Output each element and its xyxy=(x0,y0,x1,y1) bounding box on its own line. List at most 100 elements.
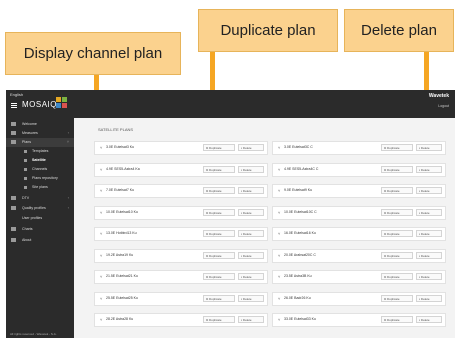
site-icon xyxy=(24,186,27,189)
plan-row[interactable]: ˅ 16.0E Eutelsat16 Ku ⧉ Duplicate ▪ Delete xyxy=(272,227,446,241)
duplicate-button[interactable]: ⧉ Duplicate xyxy=(203,208,235,216)
delete-button[interactable]: ▪ Delete xyxy=(416,208,442,216)
plan-row[interactable]: ˅ 26.0E Badr26 Ku ⧉ Duplicate ▪ Delete xyxy=(272,291,446,306)
chevron-down-icon[interactable]: ˅ xyxy=(278,145,280,150)
hamburger-menu-icon[interactable] xyxy=(11,103,17,108)
delete-button[interactable]: ▪ Delete xyxy=(238,294,264,302)
chevron-down-icon[interactable]: ˅ xyxy=(100,296,102,301)
delete-button[interactable]: ▪ Delete xyxy=(238,208,264,216)
top-bar: English MOSAIQ Wavetek Logout xyxy=(6,90,455,118)
delete-button[interactable]: ▪ Delete xyxy=(238,251,264,259)
sidebar-item-dtv[interactable]: DTV ‹ xyxy=(6,194,74,203)
chevron-down-icon[interactable]: ˅ xyxy=(278,253,280,258)
plan-name: 23.5E Astra3B Ku xyxy=(284,274,312,278)
delete-button[interactable]: ▪ Delete xyxy=(416,187,442,194)
plan-row[interactable]: ˅ 28.2E Astra28 Ku ⧉ Duplicate ▪ Delete xyxy=(94,313,268,327)
chevron-down-icon[interactable]: ˅ xyxy=(100,253,102,258)
sidebar-item-channels[interactable]: Channels xyxy=(6,165,74,174)
plan-row[interactable]: ˅ 9.0E Eutelsat9 Ku ⧉ Duplicate ▪ Delete xyxy=(272,184,446,198)
chevron-down-icon[interactable]: ˅ xyxy=(100,188,102,193)
duplicate-button[interactable]: ⧉ Duplicate xyxy=(203,251,235,259)
delete-button[interactable]: ▪ Delete xyxy=(416,165,442,173)
delete-button[interactable]: ▪ Delete xyxy=(416,230,442,237)
template-icon xyxy=(24,150,27,153)
sidebar-item-templates[interactable]: Templates xyxy=(6,147,74,156)
plan-row[interactable]: ˅ 20.0E Arabsat20C C ⧉ Duplicate ▪ Delete xyxy=(272,248,446,263)
plan-row[interactable]: ˅ 19.2E Astra19 Ku ⧉ Duplicate ▪ Delete xyxy=(94,248,268,263)
duplicate-button[interactable]: ⧉ Duplicate xyxy=(203,144,235,151)
chevron-icon: ‹ xyxy=(67,131,69,135)
chevron-down-icon[interactable]: ˅ xyxy=(278,210,280,215)
logout-link[interactable]: Logout xyxy=(438,104,449,108)
plan-row[interactable]: ˅ 25.5E Eutelsat25 Ku ⧉ Duplicate ▪ Delete xyxy=(94,291,268,306)
plan-row[interactable]: ˅ 10.0E Eutelsat10C C ⧉ Duplicate ▪ Delete xyxy=(272,205,446,220)
plan-name: 10.0E Eutelsat10C C xyxy=(284,209,317,214)
delete-button[interactable]: ▪ Delete xyxy=(416,316,442,323)
chevron-down-icon[interactable]: ˅ xyxy=(100,210,102,215)
chevron-down-icon[interactable]: ˅ xyxy=(278,167,280,172)
duplicate-button[interactable]: ⧉ Duplicate xyxy=(381,316,413,323)
duplicate-button[interactable]: ⧉ Duplicate xyxy=(203,273,235,280)
delete-button[interactable]: ▪ Delete xyxy=(238,316,264,323)
plan-row[interactable]: ˅ 3.0E Eutelsat3C C ⧉ Duplicate ▪ Delete xyxy=(272,141,446,155)
delete-button[interactable]: ▪ Delete xyxy=(238,273,264,280)
chevron-down-icon: ˅ xyxy=(66,140,69,144)
callout-delete-label: Delete plan xyxy=(361,22,437,39)
chevron-down-icon[interactable]: ˅ xyxy=(100,274,102,279)
sidebar-item-quality-profiles[interactable]: Quality profiles ‹ xyxy=(6,204,74,213)
plan-name: 28.2E Astra28 Ku xyxy=(106,317,134,321)
plan-row[interactable]: ˅ 13.0E Hotbird13 Ku ⧉ Duplicate ▪ Delete xyxy=(94,227,268,241)
plan-row[interactable]: ˅ 3.0E Eutelsat3 Ku ⧉ Duplicate ▪ Delete xyxy=(94,141,268,155)
delete-button[interactable]: ▪ Delete xyxy=(238,144,264,151)
duplicate-button[interactable]: ⧉ Duplicate xyxy=(203,230,235,237)
duplicate-button[interactable]: ⧉ Duplicate xyxy=(203,294,235,302)
plan-row[interactable]: ˅ 4.9E SES5-Astra4C C ⧉ Duplicate ▪ Delete xyxy=(272,162,446,177)
duplicate-button[interactable]: ⧉ Duplicate xyxy=(203,316,235,323)
delete-button[interactable]: ▪ Delete xyxy=(416,251,442,259)
plan-row[interactable]: ˅ 4.9E SES5-Astra4 Ka ⧉ Duplicate ▪ Delete xyxy=(94,162,268,177)
sidebar-item-satellite[interactable]: Satellite xyxy=(6,156,74,165)
duplicate-button[interactable]: ⧉ Duplicate xyxy=(381,230,413,237)
duplicate-button[interactable]: ⧉ Duplicate xyxy=(381,294,413,302)
delete-button[interactable]: ▪ Delete xyxy=(416,273,442,280)
duplicate-button[interactable]: ⧉ Duplicate xyxy=(381,251,413,259)
plan-row[interactable]: ˅ 33.0E Eutelsat33 Ku ⧉ Duplicate ▪ Delete xyxy=(272,313,446,327)
chevron-down-icon[interactable]: ˅ xyxy=(100,145,102,150)
plan-row[interactable]: ˅ 23.5E Astra3B Ku ⧉ Duplicate ▪ Delete xyxy=(272,270,446,284)
sidebar-item-measures[interactable]: Measures ‹ xyxy=(6,129,74,138)
sidebar-item-welcome[interactable]: Welcome xyxy=(6,120,74,129)
chevron-down-icon[interactable]: ˅ xyxy=(278,296,280,301)
delete-button[interactable]: ▪ Delete xyxy=(416,144,442,151)
plan-row[interactable]: ˅ 7.0E Eutelsat7 Ku ⧉ Duplicate ▪ Delete xyxy=(94,184,268,198)
sidebar-item-user-profiles[interactable]: User profiles xyxy=(6,214,74,223)
chevron-down-icon[interactable]: ˅ xyxy=(100,167,102,172)
duplicate-button[interactable]: ⧉ Duplicate xyxy=(203,165,235,173)
chevron-down-icon[interactable]: ˅ xyxy=(100,317,102,322)
sidebar-item-about[interactable]: About xyxy=(6,236,74,245)
delete-button[interactable]: ▪ Delete xyxy=(238,165,264,173)
duplicate-button[interactable]: ⧉ Duplicate xyxy=(381,165,413,173)
info-icon xyxy=(11,238,16,242)
chevron-down-icon[interactable]: ˅ xyxy=(278,274,280,279)
chevron-down-icon[interactable]: ˅ xyxy=(100,231,102,236)
sidebar-item-plans-repository[interactable]: Plans repository xyxy=(6,174,74,183)
sidebar-item-site-plans[interactable]: Site plans xyxy=(6,183,74,192)
language-selector[interactable]: English xyxy=(10,92,23,97)
chevron-down-icon[interactable]: ˅ xyxy=(278,188,280,193)
app-window: English MOSAIQ Wavetek Logout Welcome Me… xyxy=(6,90,455,338)
delete-button[interactable]: ▪ Delete xyxy=(416,294,442,302)
duplicate-button[interactable]: ⧉ Duplicate xyxy=(381,144,413,151)
chevron-down-icon[interactable]: ˅ xyxy=(278,317,280,322)
duplicate-button[interactable]: ⧉ Duplicate xyxy=(381,187,413,194)
chevron-down-icon[interactable]: ˅ xyxy=(278,231,280,236)
duplicate-button[interactable]: ⧉ Duplicate xyxy=(381,273,413,280)
duplicate-button[interactable]: ⧉ Duplicate xyxy=(203,187,235,194)
sidebar-item-plans[interactable]: Plans ˅ xyxy=(6,138,74,147)
chevron-icon: ‹ xyxy=(67,196,69,200)
plan-row[interactable]: ˅ 10.0E Eutelsat10 Ku ⧉ Duplicate ▪ Delete xyxy=(94,205,268,220)
duplicate-button[interactable]: ⧉ Duplicate xyxy=(381,208,413,216)
sidebar-item-charts[interactable]: Charts xyxy=(6,225,74,234)
delete-button[interactable]: ▪ Delete xyxy=(238,187,264,194)
plan-row[interactable]: ˅ 21.5E Eutelsat21 Ku ⧉ Duplicate ▪ Delete xyxy=(94,270,268,284)
delete-button[interactable]: ▪ Delete xyxy=(238,230,264,237)
